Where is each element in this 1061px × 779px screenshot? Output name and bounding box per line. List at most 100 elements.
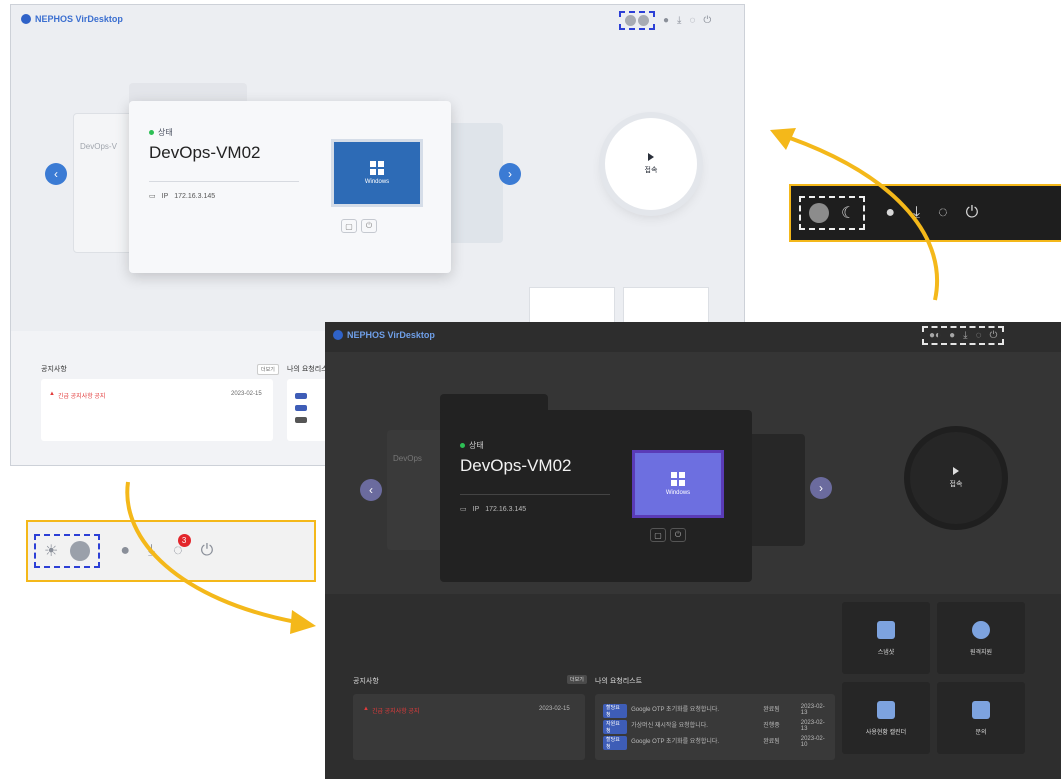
user-icon[interactable]: ● — [885, 204, 895, 222]
tile-label: 문의 — [975, 729, 987, 736]
request-badge — [295, 417, 307, 423]
vm-card-current[interactable]: 상태 DevOps-VM02 ▭ IP 172.16.3.145 Windows… — [440, 410, 752, 582]
ip-value: 172.16.3.145 — [485, 505, 527, 513]
notice-more-button[interactable]: 더보기 — [257, 364, 279, 375]
vm-controls: ▢ ⏻ — [650, 528, 686, 542]
theme-toggle-dark[interactable]: ☾ — [799, 196, 866, 230]
bell-icon[interactable]: ◌ 3 — [173, 534, 191, 560]
request-text: Google OTP 초기화를 요청합니다. — [631, 739, 720, 745]
moon-icon: ☾ — [841, 205, 856, 222]
theme-toggle[interactable]: ●◐ — [929, 330, 941, 341]
carousel-next-button[interactable]: › — [810, 477, 832, 499]
vm-card-current[interactable]: 상태 DevOps-VM02 ▭ IP 172.16.3.145 Windows… — [129, 101, 451, 273]
windows-icon — [370, 161, 384, 175]
download-icon[interactable]: ⤓ — [148, 542, 155, 560]
notice-text: 긴급 공지사항 공지 — [371, 709, 420, 715]
user-icon[interactable]: ● — [949, 330, 955, 341]
request-row[interactable]: 할당요청 Google OTP 초기화를 요청합니다. 완료됨 2023-02-… — [603, 704, 831, 718]
logo-icon — [21, 14, 31, 24]
remote-support-tile[interactable] — [623, 287, 709, 327]
vm-card-next[interactable] — [447, 123, 503, 243]
toggle-knob — [809, 203, 829, 223]
carousel-prev-button[interactable]: ‹ — [45, 163, 67, 185]
carousel-next-button[interactable]: › — [499, 163, 521, 185]
request-badge — [295, 405, 307, 411]
request-row[interactable]: 할당요청 Google OTP 초기화를 요청합니다. 완료됨 2023-02-… — [603, 736, 831, 750]
bell-icon[interactable]: ◌ — [689, 15, 695, 26]
brand-name: NEPHOS VirDesktop — [35, 14, 123, 24]
request-row[interactable]: 자원요청 가상머신 재시작을 요청합니다. 진행중 2023-02-13 — [603, 720, 831, 734]
user-icon[interactable]: ● — [663, 15, 669, 26]
copy-icon[interactable]: ▢ — [650, 528, 666, 542]
request-panel: 할당요청 Google OTP 초기화를 요청합니다. 완료됨 2023-02-… — [595, 694, 835, 760]
request-title: 나의 요청리스트 — [595, 678, 643, 685]
tile-label: 사용현황 캘린더 — [865, 729, 907, 736]
header-icons: ●◐ ● ⤓ ◌ ⏻ — [922, 326, 1005, 345]
request-badge: 자원요청 — [603, 720, 628, 734]
header-icons: ● ⤓ ◌ ⏻ — [619, 11, 711, 30]
usage-calendar-tile[interactable]: 사용현황 캘린더 — [842, 682, 930, 754]
download-icon[interactable]: ⤓ — [963, 330, 967, 341]
tile-label: 원격지원 — [969, 649, 993, 656]
snapshot-tile[interactable]: 스냅샷 — [842, 602, 930, 674]
windows-icon — [671, 472, 685, 486]
notice-date: 2023-02-15 — [231, 391, 262, 397]
request-date: 2023-02-13 — [800, 704, 825, 716]
request-status: 완료됨 — [763, 739, 780, 745]
monitor-icon: ▭ — [149, 193, 156, 200]
logo-icon — [333, 330, 343, 340]
power-icon[interactable]: ⏻ — [361, 219, 377, 233]
brand-logo[interactable]: NEPHOS VirDesktop — [21, 14, 123, 24]
vm-info: ▭ IP 172.16.3.145 — [149, 181, 299, 200]
download-icon[interactable]: ⤓ — [677, 15, 681, 26]
ip-value: 172.16.3.145 — [174, 192, 216, 200]
notice-more-button[interactable]: 더보기 — [567, 675, 587, 684]
notice-item[interactable]: ▲ 긴급 공지사항 공지 — [49, 391, 105, 400]
vm-status-label: 상태 — [158, 128, 173, 137]
vm-controls: ▢ ⏻ — [341, 219, 377, 233]
notice-item[interactable]: ▲ 긴급 공지사항 공지 — [363, 706, 419, 715]
vm-thumbnail[interactable]: Windows — [632, 450, 724, 518]
connect-button[interactable]: 접속 — [605, 118, 697, 210]
logout-icon[interactable]: ⏻ — [990, 330, 998, 341]
notice-panel: ▲ 긴급 공지사항 공지 2023-02-15 — [353, 694, 585, 760]
logout-icon[interactable]: ⏻ — [966, 204, 979, 222]
calendar-icon — [877, 700, 895, 719]
remote-support-tile[interactable]: 원격지원 — [937, 602, 1025, 674]
status-dot-icon — [460, 443, 465, 448]
light-header-callout: ☀ ● ⤓ ◌ 3 ⏻ — [26, 520, 316, 582]
composite-figure: NEPHOS VirDesktop ● ⤓ ◌ ⏻ DevOps-V 상태 De… — [0, 0, 1061, 779]
bell-icon[interactable]: ◌ — [976, 330, 982, 341]
vm-thumbnail[interactable]: Windows — [331, 139, 423, 207]
request-text: 가상머신 재시작을 요청합니다. — [631, 723, 708, 729]
inquiry-tile[interactable]: 문의 — [937, 682, 1025, 754]
brand-logo[interactable]: NEPHOS VirDesktop — [333, 330, 435, 340]
dark-header-callout: ☾ ● ⤓ ◌ ⏻ — [789, 184, 1061, 242]
request-status: 완료됨 — [763, 707, 780, 713]
vm-info: ▭ IP 172.16.3.145 — [460, 494, 610, 513]
bell-icon[interactable]: ◌ — [938, 204, 948, 222]
request-badge — [295, 393, 307, 399]
power-icon[interactable]: ⏻ — [670, 528, 686, 542]
copy-icon[interactable]: ▢ — [341, 219, 357, 233]
warning-icon: ▲ — [363, 706, 369, 712]
vm-status-label: 상태 — [469, 441, 484, 450]
logout-icon[interactable]: ⏻ — [703, 15, 711, 26]
connect-label: 접속 — [949, 481, 963, 488]
user-icon[interactable]: ● — [120, 542, 130, 560]
logout-icon[interactable]: ⏻ — [201, 542, 214, 560]
remote-support-icon — [972, 620, 990, 639]
dark-mode-screen: NEPHOS VirDesktop ●◐ ● ⤓ ◌ ⏻ DevOps 상태 D… — [325, 322, 1061, 779]
snapshot-tile[interactable] — [529, 287, 615, 327]
os-label: Windows — [364, 179, 390, 185]
connect-button[interactable]: 접속 — [910, 432, 1002, 524]
vm-card-next[interactable] — [745, 434, 805, 546]
notice-date: 2023-02-15 — [539, 706, 570, 712]
carousel-prev-button[interactable]: ‹ — [360, 479, 382, 501]
download-icon[interactable]: ⤓ — [913, 204, 920, 222]
vm-card-previous[interactable]: DevOps-V — [73, 113, 133, 253]
theme-toggle[interactable] — [619, 11, 655, 30]
theme-toggle-light[interactable]: ☀ — [34, 534, 101, 568]
document-icon — [972, 700, 990, 719]
request-date: 2023-02-10 — [800, 736, 825, 748]
